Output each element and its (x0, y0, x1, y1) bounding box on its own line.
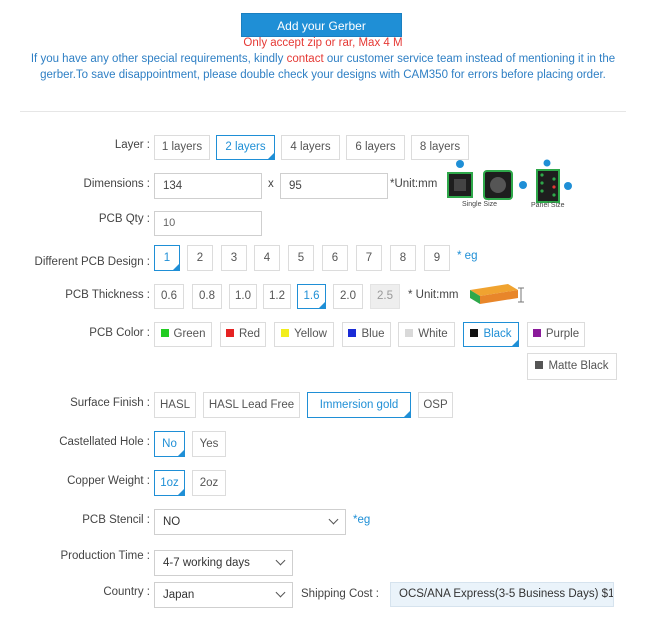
color-option-green[interactable]: Green (154, 322, 212, 347)
finish-option-osp[interactable]: OSP (418, 392, 453, 418)
country-label: Country : (103, 586, 150, 598)
color-option-label: Matte Black (548, 360, 609, 372)
shipping-label: Shipping Cost : (301, 588, 379, 600)
add-gerber-button[interactable]: Add your Gerber (241, 13, 402, 37)
panel-size-label: Panel Size (531, 202, 565, 209)
qty-label: PCB Qty : (98, 213, 150, 225)
color-option-label: Purple (545, 328, 580, 340)
board-thickness-icon (470, 284, 524, 304)
qty-input[interactable]: 10 (154, 211, 262, 236)
design-option-2[interactable]: 2 (187, 245, 213, 271)
chevron-down-icon (275, 555, 286, 566)
color-label: PCB Color : (89, 327, 150, 339)
color-option-purple[interactable]: Purple (527, 322, 585, 347)
matte-black-swatch (535, 361, 544, 369)
width-input[interactable]: 134 (154, 173, 262, 199)
height-input[interactable]: 95 (280, 173, 388, 199)
color-option-label: Yellow (294, 328, 327, 340)
stencil-select[interactable]: NO (154, 509, 346, 535)
production-time-select[interactable]: 4-7 working days (154, 550, 293, 576)
layer-option-4[interactable]: 4 layers (281, 135, 340, 160)
color-option-label: White (418, 328, 448, 340)
green-swatch (160, 329, 169, 337)
castellated-option-no[interactable]: No (154, 431, 185, 457)
design-option-8[interactable]: 8 (390, 245, 416, 271)
black-swatch (470, 329, 479, 337)
copper-option-2oz[interactable]: 2oz (192, 470, 226, 496)
thickness-option-0.6[interactable]: 0.6 (154, 284, 184, 309)
thickness-unit: * Unit:mm (408, 289, 459, 301)
dimension-separator: x (268, 178, 274, 190)
chevron-down-icon (328, 514, 339, 525)
design-label: Different PCB Design : (34, 256, 150, 268)
color-option-white[interactable]: White (398, 322, 455, 347)
thickness-option-1.6[interactable]: 1.6 (297, 284, 326, 309)
castellated-option-yes[interactable]: Yes (192, 431, 226, 457)
thickness-option-2.5: 2.5 (370, 284, 400, 309)
layer-option-2[interactable]: 2 layers (216, 135, 275, 160)
single-size-label: Single Size (462, 201, 498, 208)
color-option-black[interactable]: Black (463, 322, 519, 347)
color-option-label: Red (238, 328, 261, 340)
design-option-4[interactable]: 4 (254, 245, 280, 271)
layer-option-1[interactable]: 1 layers (154, 135, 210, 160)
country-select[interactable]: Japan (154, 582, 293, 608)
design-option-1[interactable]: 1 (154, 245, 180, 271)
production-time-value: 4-7 working days (163, 557, 250, 569)
shipping-method-select[interactable]: OCS/ANA Express(3-5 Business Days) $1 (390, 582, 614, 607)
purple-swatch (532, 329, 541, 337)
info-text-1: If you have any other special requiremen… (30, 53, 287, 65)
stencil-label: PCB Stencil : (82, 514, 150, 526)
design-option-6[interactable]: 6 (322, 245, 348, 271)
requirements-info: If you have any other special requiremen… (20, 52, 626, 83)
divider (20, 111, 626, 112)
chevron-down-icon (275, 587, 286, 598)
blue-swatch (348, 329, 357, 337)
finish-option-hasl-lead-free[interactable]: HASL Lead Free (203, 392, 300, 418)
thickness-option-0.8[interactable]: 0.8 (192, 284, 222, 309)
castellated-label: Castellated Hole : (59, 436, 150, 448)
thickness-option-2.0[interactable]: 2.0 (333, 284, 363, 309)
production-label: Production Time : (60, 550, 150, 562)
stencil-example-link[interactable]: *eg (353, 514, 370, 526)
contact-link[interactable]: contact (287, 53, 324, 65)
color-option-label: Green (173, 328, 206, 340)
color-option-yellow[interactable]: Yellow (274, 322, 334, 347)
design-option-3[interactable]: 3 (221, 245, 247, 271)
thickness-option-1.0[interactable]: 1.0 (229, 284, 257, 309)
design-option-5[interactable]: 5 (288, 245, 314, 271)
red-swatch (225, 329, 234, 337)
color-option-label: Blue (361, 328, 385, 340)
country-value: Japan (163, 589, 195, 601)
copper-label: Copper Weight : (67, 475, 150, 487)
color-option-matte-black[interactable]: Matte Black (527, 353, 617, 380)
dimensions-label: Dimensions : (83, 178, 150, 190)
finish-option-immersion-gold[interactable]: Immersion gold (307, 392, 411, 418)
yellow-swatch (281, 329, 290, 337)
design-option-7[interactable]: 7 (356, 245, 382, 271)
file-format-note: Only accept zip or rar, Max 4 M (243, 37, 403, 49)
thickness-option-1.2[interactable]: 1.2 (263, 284, 291, 309)
copper-option-1oz[interactable]: 1oz (154, 470, 185, 496)
color-option-red[interactable]: Red (220, 322, 266, 347)
color-option-label: Black (483, 328, 512, 340)
finish-label: Surface Finish : (70, 397, 150, 409)
color-option-blue[interactable]: Blue (342, 322, 391, 347)
stencil-value: NO (163, 516, 181, 528)
white-swatch (405, 329, 414, 337)
thickness-label: PCB Thickness : (65, 289, 150, 301)
finish-option-hasl[interactable]: HASL (154, 392, 196, 418)
layer-option-8[interactable]: 8 layers (411, 135, 469, 160)
layer-label: Layer : (114, 139, 150, 151)
design-example-link[interactable]: * eg (457, 250, 477, 262)
layer-option-6[interactable]: 6 layers (346, 135, 405, 160)
dimension-unit: *Unit:mm (390, 178, 438, 190)
design-option-9[interactable]: 9 (424, 245, 450, 271)
